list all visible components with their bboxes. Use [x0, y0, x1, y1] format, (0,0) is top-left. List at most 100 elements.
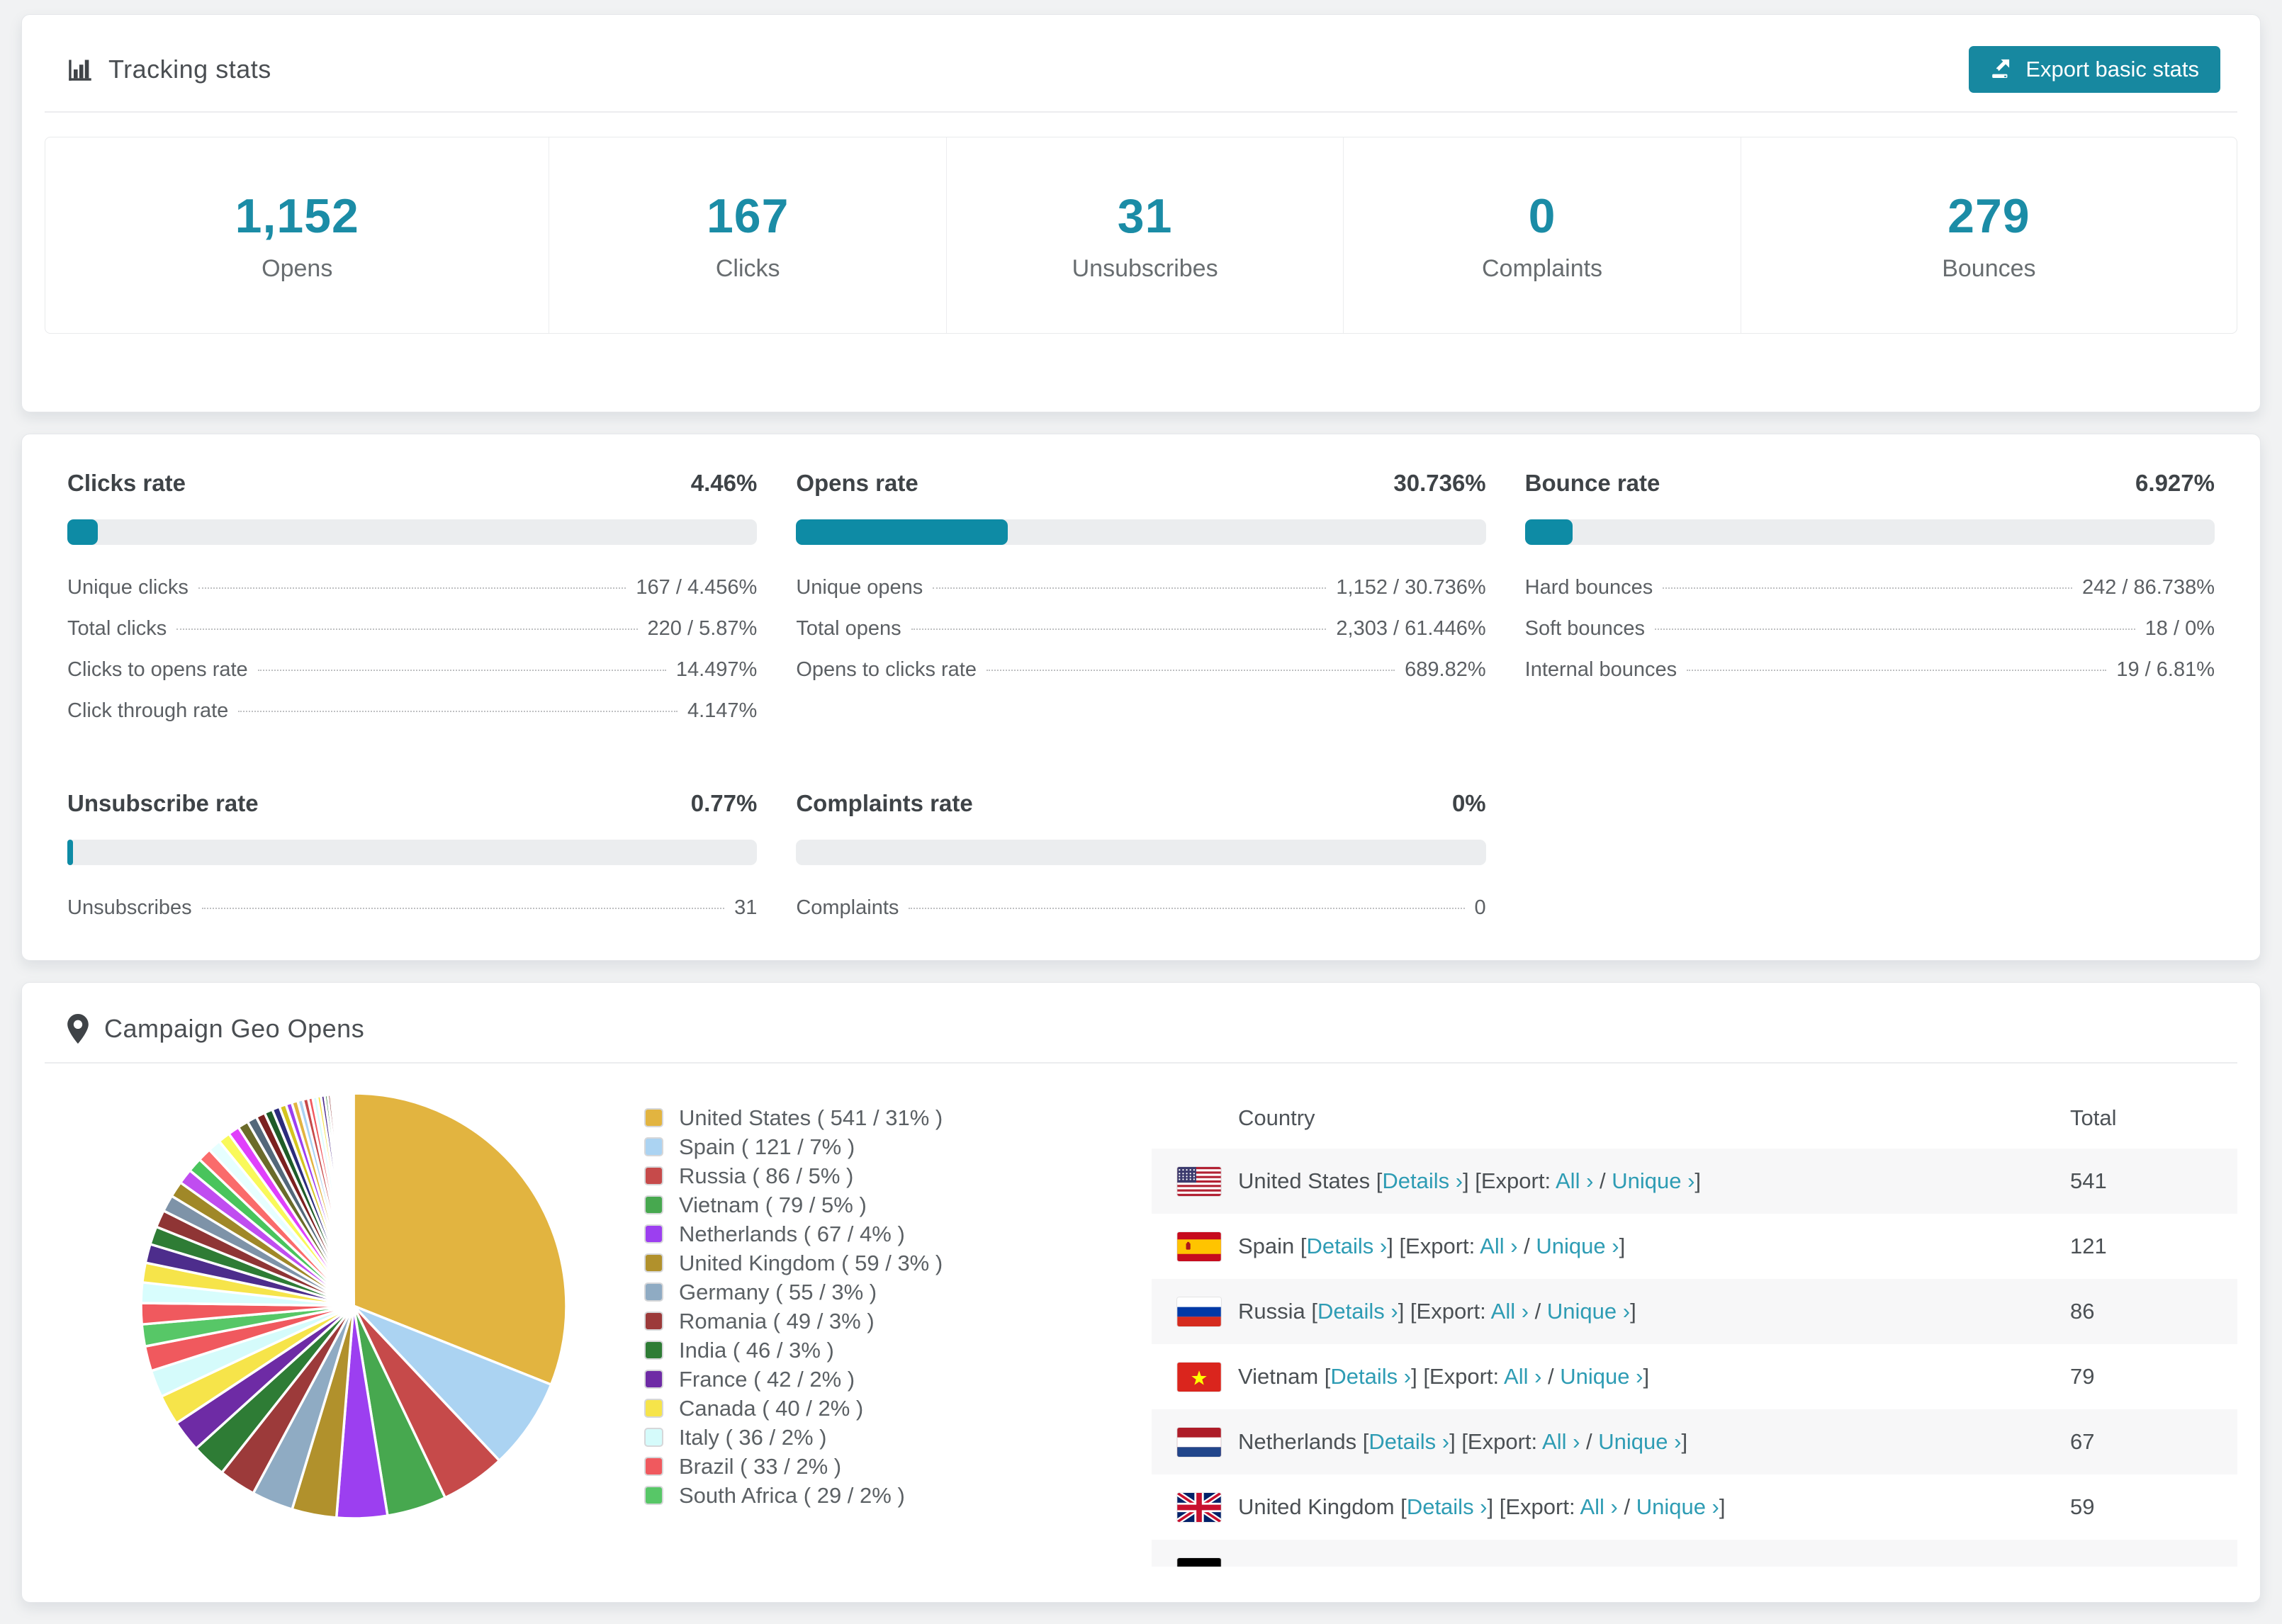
dotted-leader: [909, 908, 1465, 909]
metric-value: 1,152 / 30.736%: [1336, 576, 1486, 599]
stat-label: Complaints: [1481, 254, 1603, 282]
geo-pie-chart: [134, 1086, 573, 1526]
details-link[interactable]: Details ›: [1307, 1234, 1388, 1258]
export-unique-link[interactable]: Unique ›: [1560, 1364, 1643, 1389]
legend-item: United States ( 541 / 31% ): [644, 1103, 943, 1132]
stat-cell: 279 Bounces: [1741, 137, 2237, 333]
details-link[interactable]: Details ›: [1368, 1429, 1449, 1454]
bracket-close: ]: [1681, 1429, 1688, 1454]
metric-value: 19 / 6.81%: [2116, 658, 2215, 681]
legend-label: Italy ( 36 / 2% ): [679, 1424, 827, 1450]
details-link[interactable]: Details ›: [1330, 1364, 1411, 1389]
legend-swatch: [644, 1166, 663, 1185]
metric-label: Internal bounces: [1524, 658, 1677, 681]
geo-table-header: Country Total: [1152, 1088, 2237, 1149]
geo-title: Campaign Geo Opens: [67, 1014, 364, 1044]
progress-bar-fill: [796, 519, 1008, 545]
bracket-close: ]: [1630, 1299, 1636, 1324]
rate-rows: Hard bounces 242 / 86.738% Soft bounces …: [1525, 576, 2215, 699]
rate-value: 0%: [1451, 790, 1486, 816]
bracket-close: ]: [1643, 1364, 1650, 1389]
country-cell: Spain [Details ›] [Export: All › / Uniqu…: [1238, 1234, 2070, 1259]
link-separator: /: [1617, 1494, 1636, 1519]
metric-value: 242 / 86.738%: [2081, 576, 2215, 599]
dotted-leader: [201, 908, 725, 909]
metric-label: Click through rate: [67, 699, 229, 722]
export-unique-link[interactable]: Unique ›: [1636, 1494, 1719, 1519]
export-all-link[interactable]: All ›: [1480, 1234, 1517, 1258]
export-unique-link[interactable]: Unique ›: [1536, 1234, 1619, 1258]
metric-label: Unique clicks: [67, 576, 189, 599]
legend-swatch: [644, 1486, 663, 1505]
details-link[interactable]: Details ›: [1382, 1168, 1463, 1193]
total-cell: 59: [2070, 1494, 2095, 1519]
dotted-leader: [198, 587, 626, 589]
stat-cell: 167 Clicks: [549, 137, 947, 333]
legend-item: Brazil ( 33 / 2% ): [644, 1452, 943, 1481]
country-flag-icon: [1177, 1231, 1221, 1261]
metric-value: 14.497%: [675, 658, 758, 681]
export-label: ] [Export:: [1398, 1299, 1491, 1324]
country-flag-icon: [1177, 1557, 1221, 1567]
legend-swatch: [644, 1399, 663, 1418]
metric-row: Total clicks 220 / 5.87%: [67, 617, 757, 658]
metric-label: Hard bounces: [1524, 576, 1653, 599]
metric-value: 220 / 5.87%: [647, 617, 758, 640]
rate-title: Opens rate: [796, 470, 918, 496]
metric-row: Unique clicks 167 / 4.456%: [67, 576, 757, 617]
legend-item: Italy ( 36 / 2% ): [644, 1423, 943, 1452]
legend-swatch: [644, 1108, 663, 1127]
progress-bar-fill: [67, 840, 73, 865]
rate-value: 0.77%: [690, 790, 758, 816]
metric-label: Unsubscribes: [67, 896, 192, 919]
country-name: United States [: [1238, 1168, 1383, 1193]
export-icon: [1990, 55, 2014, 84]
metric-label: Total clicks: [67, 617, 167, 640]
country-flag-icon: [1177, 1362, 1221, 1392]
metric-label: Opens to clicks rate: [796, 658, 977, 681]
export-button-label: Export basic stats: [2025, 57, 2199, 81]
export-unique-link[interactable]: Unique ›: [1598, 1429, 1681, 1454]
export-all-link[interactable]: All ›: [1491, 1299, 1529, 1324]
legend-swatch: [644, 1253, 663, 1273]
progress-bar: [1524, 519, 2215, 545]
stat-label: Opens: [262, 254, 333, 282]
rates-card: Clicks rate 4.46% Unique clicks 167 / 4.…: [21, 434, 2261, 961]
rate-value: 30.736%: [1393, 470, 1486, 496]
legend-item: South Africa ( 29 / 2% ): [644, 1481, 943, 1510]
legend-item: Vietnam ( 79 / 5% ): [644, 1190, 943, 1219]
metric-value: 0: [1474, 896, 1486, 919]
rate-block: Complaints rate 0% Complaints 0: [796, 790, 1486, 937]
country-name: Netherlands [: [1238, 1429, 1369, 1454]
bracket-close: ]: [1619, 1234, 1626, 1258]
country-flag-icon: [1177, 1297, 1221, 1326]
export-all-link[interactable]: All ›: [1556, 1168, 1593, 1193]
country-cell: Vietnam [Details ›] [Export: All › / Uni…: [1238, 1364, 2070, 1389]
rate-value: 4.46%: [690, 470, 758, 496]
legend-label: Romania ( 49 / 3% ): [679, 1308, 875, 1333]
legend-item: Canada ( 40 / 2% ): [644, 1394, 943, 1423]
legend-swatch: [644, 1457, 663, 1476]
metric-row: Soft bounces 18 / 0%: [1525, 617, 2215, 658]
bar-chart-icon: [67, 57, 93, 82]
rate-rows: Complaints 0: [796, 896, 1485, 937]
export-unique-link[interactable]: Unique ›: [1612, 1168, 1694, 1193]
export-all-link[interactable]: All ›: [1580, 1494, 1617, 1519]
metric-row: Clicks to opens rate 14.497%: [67, 658, 757, 699]
tracking-stats-title-text: Tracking stats: [108, 55, 271, 84]
total-cell: 67: [2070, 1429, 2095, 1454]
export-basic-stats-button[interactable]: Export basic stats: [1969, 46, 2220, 93]
rate-rows: Unique clicks 167 / 4.456% Total clicks …: [67, 576, 757, 740]
dotted-leader: [1663, 587, 2072, 589]
total-cell: 86: [2070, 1299, 2095, 1324]
export-all-link[interactable]: All ›: [1504, 1364, 1541, 1389]
geo-legend: United States ( 541 / 31% ) Spain ( 121 …: [644, 1103, 943, 1567]
country-cell: Netherlands [Details ›] [Export: All › /…: [1238, 1429, 2070, 1455]
stat-label: Unsubscribes: [1072, 254, 1218, 282]
export-all-link[interactable]: All ›: [1542, 1429, 1580, 1454]
export-unique-link[interactable]: Unique ›: [1547, 1299, 1630, 1324]
country-cell: United States [Details ›] [Export: All ›…: [1238, 1168, 2070, 1194]
geo-header: Campaign Geo Opens: [22, 983, 2260, 1062]
details-link[interactable]: Details ›: [1317, 1299, 1398, 1324]
details-link[interactable]: Details ›: [1407, 1494, 1488, 1519]
